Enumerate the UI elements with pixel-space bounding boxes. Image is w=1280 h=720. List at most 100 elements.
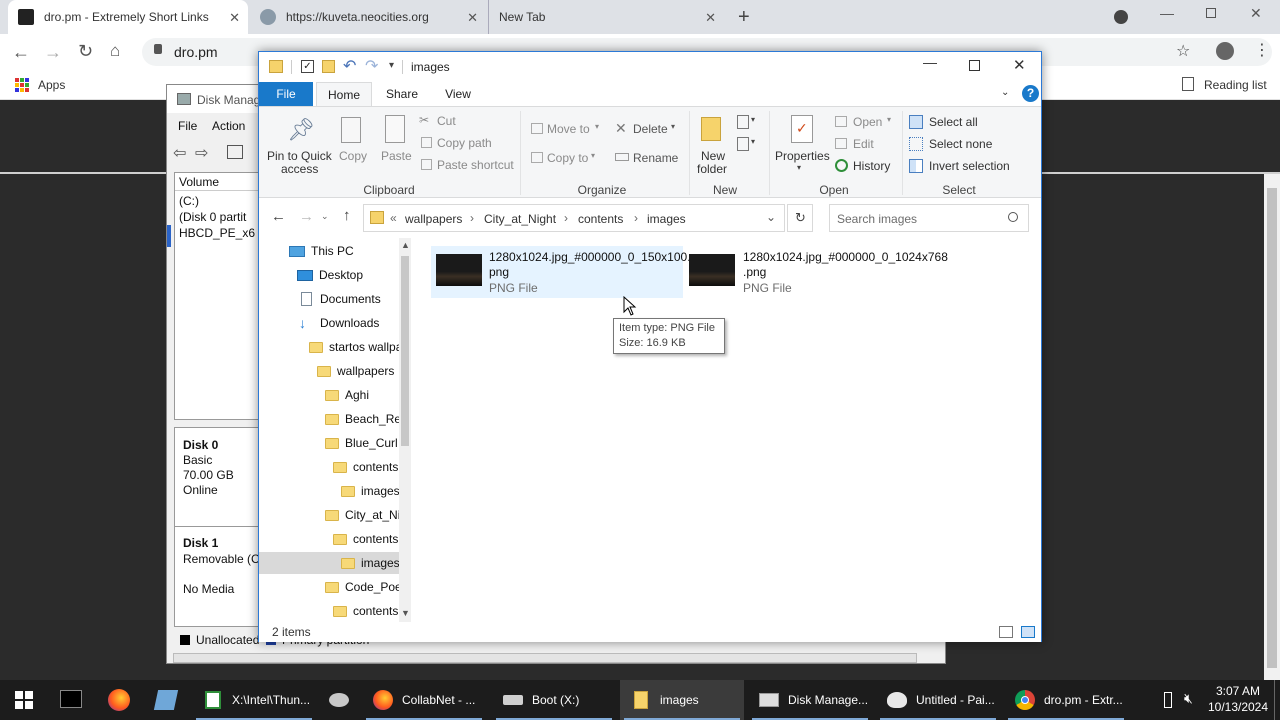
copy-to-button[interactable]: Copy to ▾	[529, 148, 603, 168]
tab-file[interactable]: File	[259, 82, 313, 106]
tab-home[interactable]: Home	[316, 82, 372, 107]
nav-item-folder[interactable]: Blue_Curl	[325, 432, 399, 454]
dm-volume-row[interactable]: HBCD_PE_x6	[179, 226, 255, 240]
plus-icon[interactable]: +	[738, 6, 750, 29]
dm-menu-file[interactable]: File	[178, 119, 197, 133]
page-scrollbar[interactable]	[1264, 174, 1280, 680]
apps-bookmark[interactable]: Apps	[38, 78, 65, 92]
breadcrumb-item[interactable]: City_at_Night	[484, 212, 556, 226]
nav-item-folder[interactable]: Beach_Ref	[325, 408, 399, 430]
nav-scrollbar[interactable]: ▲ ▼	[399, 238, 411, 622]
up-icon[interactable]: ↑	[343, 207, 351, 224]
taskbar-item[interactable]: Disk Manage...	[748, 680, 872, 720]
dm-volume-row[interactable]: (C:)	[179, 194, 199, 208]
apps-grid-icon[interactable]	[15, 78, 29, 92]
new-folder-quick-icon[interactable]	[322, 60, 335, 73]
tab-search-icon[interactable]	[1114, 10, 1128, 24]
nav-item-folder[interactable]: Aghi	[325, 384, 399, 406]
start-button[interactable]	[0, 680, 48, 720]
nav-item-this-pc[interactable]: This PC	[289, 240, 399, 262]
chevron-down-icon[interactable]: ⌄	[766, 210, 776, 224]
file-item[interactable]: 1280x1024.jpg_#000000_0_1024x768 .png PN…	[685, 246, 948, 298]
chevron-right-icon[interactable]: ›	[564, 211, 568, 225]
breadcrumb-overflow[interactable]: «	[390, 211, 397, 225]
file-item-selected[interactable]: 1280x1024.jpg_#000000_0_150x100. png PNG…	[431, 246, 691, 298]
forward-icon[interactable]: ⇨	[195, 143, 208, 163]
edit-button[interactable]: Edit	[833, 134, 897, 154]
forward-icon[interactable]: →	[299, 208, 314, 225]
search-box[interactable]: Search images	[829, 204, 1029, 232]
scroll-down-icon[interactable]: ▼	[401, 608, 410, 618]
nav-item-folder[interactable]: contents	[333, 600, 399, 622]
nav-item-downloads[interactable]: ↓ Downloads	[299, 312, 409, 334]
new-folder-button[interactable]: New folder	[695, 113, 731, 176]
close-icon[interactable]: ✕	[1013, 56, 1026, 74]
dm-volume-row[interactable]: (Disk 0 partit	[179, 210, 246, 224]
scrollbar-thumb[interactable]	[401, 256, 409, 446]
close-tab-icon[interactable]: ✕	[705, 10, 716, 26]
properties-button[interactable]: ✓ Properties ▾	[773, 113, 831, 179]
taskbar-item[interactable]: X:\Intel\Thun...	[192, 680, 316, 720]
profile-icon[interactable]	[1216, 42, 1234, 60]
taskbar-item[interactable]: dro.pm - Extr...	[1004, 680, 1128, 720]
browser-tab[interactable]: https://kuveta.neocities.org ✕	[250, 0, 486, 34]
terminal-icon[interactable]	[60, 690, 82, 708]
close-tab-icon[interactable]: ✕	[467, 10, 478, 26]
nav-item-desktop[interactable]: Desktop	[297, 264, 407, 286]
nav-item-folder[interactable]: Code_Poe	[325, 576, 399, 598]
browser-tab[interactable]: New Tab ✕	[488, 0, 724, 34]
select-none-button[interactable]: Select none	[909, 134, 1029, 154]
more-menu-icon[interactable]: ⋮	[1254, 40, 1270, 60]
maximize-icon[interactable]	[969, 60, 980, 71]
reading-list-icon[interactable]	[1182, 77, 1194, 91]
home-icon[interactable]: ⌂	[110, 41, 120, 61]
properties-quick-icon[interactable]: ✓	[301, 60, 314, 73]
taskbar-item[interactable]: Boot (X:)	[492, 680, 616, 720]
new-item-button[interactable]: ▾	[735, 113, 761, 133]
back-icon[interactable]: ←	[271, 208, 286, 225]
minimize-icon[interactable]: —	[1160, 5, 1174, 21]
recent-locations-icon[interactable]: ⌄	[321, 211, 329, 222]
taskbar-item-misc[interactable]	[318, 680, 360, 720]
clock[interactable]: 3:07 AM 10/13/2024	[1204, 684, 1272, 718]
details-view-icon[interactable]	[999, 626, 1013, 638]
paste-shortcut-button[interactable]: Paste shortcut	[419, 156, 519, 174]
undo-icon[interactable]: ↶	[343, 56, 356, 76]
nav-item-folder[interactable]: wallpapers	[317, 360, 399, 382]
show-desktop-button[interactable]	[1274, 680, 1280, 720]
nav-item-documents[interactable]: Documents	[301, 288, 411, 310]
tab-view[interactable]: View	[433, 82, 483, 106]
restore-icon[interactable]	[1206, 8, 1216, 18]
open-button[interactable]: Open ▾	[833, 112, 897, 132]
breadcrumb-item[interactable]: contents	[578, 212, 623, 226]
chevron-right-icon[interactable]: ›	[634, 211, 638, 225]
move-to-button[interactable]: Move to ▾	[529, 119, 603, 139]
star-icon[interactable]: ☆	[1176, 41, 1190, 61]
select-all-button[interactable]: Select all	[909, 112, 1029, 132]
dm-menu-action[interactable]: Action	[212, 119, 245, 133]
reload-icon[interactable]: ↻	[78, 41, 93, 62]
history-button[interactable]: History	[833, 156, 897, 176]
close-tab-icon[interactable]: ✕	[229, 10, 240, 26]
scroll-up-icon[interactable]: ▲	[401, 240, 410, 250]
back-icon[interactable]: ←	[12, 42, 30, 63]
nav-item-folder-selected[interactable]: images	[341, 552, 399, 574]
nav-item-folder[interactable]: images	[341, 480, 399, 502]
console-icon[interactable]	[227, 145, 243, 159]
firefox-icon[interactable]	[108, 689, 130, 711]
paste-button[interactable]: Paste	[377, 113, 413, 175]
forward-icon[interactable]: →	[44, 42, 62, 63]
customize-quick-access-icon[interactable]: ▾	[389, 60, 394, 71]
volume-muted-icon[interactable]: 🔇︎	[1184, 690, 1193, 707]
taskbar-item[interactable]: CollabNet - ...	[362, 680, 486, 720]
rename-button[interactable]: Rename	[613, 148, 679, 168]
easy-access-button[interactable]: ▾	[735, 135, 761, 155]
minimize-icon[interactable]: —	[923, 54, 937, 70]
taskbar-item[interactable]: Untitled - Pai...	[876, 680, 1000, 720]
copy-path-button[interactable]: Copy path	[419, 134, 515, 152]
back-icon[interactable]: ⇦	[173, 143, 186, 163]
chevron-right-icon[interactable]: ›	[470, 211, 474, 225]
nav-item-folder[interactable]: contents	[333, 528, 399, 550]
browser-tab-active[interactable]: dro.pm - Extremely Short Links ✕	[8, 0, 248, 34]
expand-ribbon-icon[interactable]: ⌄	[1001, 87, 1009, 98]
